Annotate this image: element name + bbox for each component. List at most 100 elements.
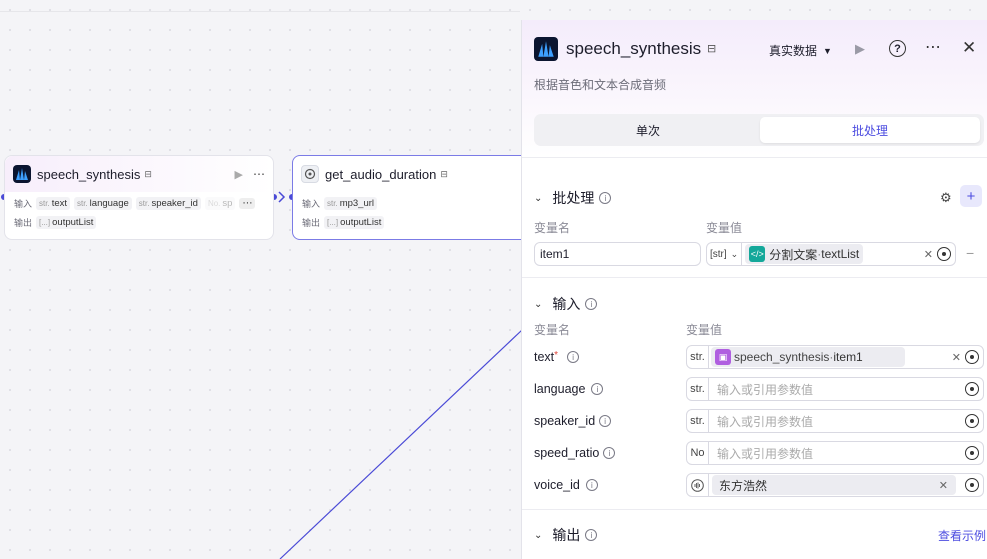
help-icon[interactable]: ? [889,40,906,57]
edge-arrow-icon [278,191,286,203]
batch-var-value-field[interactable]: [str] ⌄ </> 分割文案 · textList ✕ [706,242,956,266]
plugin-badge-icon: ⊟ [440,168,448,179]
param-field-voice-id[interactable]: 东方浩然 ✕ [686,473,984,497]
variable-reference-icon[interactable] [965,382,979,396]
tag-name: sp [222,198,233,209]
batch-section-header[interactable]: ⌄ 批处理 i [534,188,612,208]
tag-type: str. [138,199,150,208]
info-icon[interactable]: i [591,383,604,395]
info-icon[interactable]: i [567,351,580,363]
batch-var-name-input[interactable]: item1 [534,242,701,266]
tag-name: speaker_id [151,198,198,209]
info-icon[interactable]: i [599,415,612,427]
batch-type-select[interactable]: [str] ⌄ [707,243,743,265]
chevron-down-icon: ⌄ [534,298,543,310]
param-name: speed_ratio [534,446,600,460]
run-icon[interactable]: ▶ [855,41,865,57]
more-icon[interactable]: ⋯ [253,167,265,181]
remove-batch-variable-icon[interactable]: − [966,245,974,261]
speech-synthesis-logo-icon [13,165,31,183]
clear-reference-icon[interactable]: ✕ [952,351,961,364]
info-icon[interactable]: i [585,529,598,541]
data-mode-label: 真实数据 [769,44,818,58]
batch-col-value: 变量值 [706,221,743,235]
close-icon[interactable]: ✕ [962,38,976,58]
variable-reference-icon[interactable] [937,247,951,261]
type-indicator: str. [687,346,709,368]
type-indicator: str. [687,378,709,400]
input-section-header[interactable]: ⌄ 输入 i [534,294,598,314]
tab-batch[interactable]: 批处理 [760,117,980,143]
node-header: get_audio_duration ⊟ [293,156,531,192]
node-speech-synthesis[interactable]: speech_synthesis ⊟ ▶ ⋯ 输入 str. text str. l… [4,155,274,240]
tab-single[interactable]: 单次 [538,117,758,143]
chevron-down-icon: ▼ [823,45,832,56]
input-section-title: 输入 [552,296,581,312]
required-mark: * [554,350,559,361]
node-title: get_audio_duration [325,166,437,182]
param-name: text [534,350,555,364]
param-label-voice-id: voice_id i [534,478,598,492]
param-label-speed-ratio: speed_ratio i [534,446,616,460]
input-col-name: 变量名 [534,323,571,337]
chevron-down-icon: ⌄ [534,529,543,541]
output-section-header[interactable]: ⌄ 输出 i [534,525,598,545]
ref-node-name: speech_synthesis [734,350,830,364]
node-input-row: 输入 str. mp3_url [293,194,531,213]
input-label: 输入 [14,199,33,209]
tag-name: text [51,198,67,209]
param-label-language: language i [534,382,604,396]
param-field-text[interactable]: str. ▣ speech_synthesis · item1 ✕ [686,345,984,369]
clear-reference-icon[interactable]: ✕ [924,248,933,261]
run-node-icon[interactable]: ▶ [235,168,243,181]
ref-field-name: textList [821,247,860,261]
tag-name: language [89,198,129,209]
more-icon[interactable]: ⋯ [925,37,941,57]
settings-gear-icon[interactable]: ⚙ [940,190,952,206]
batch-var-name-value: item1 [540,247,570,261]
voice-value-chip: 东方浩然 ✕ [712,475,956,495]
plugin-node-icon: ▣ [715,349,731,365]
param-label-speaker-id: speaker_id i [534,414,612,428]
variable-reference-icon[interactable] [965,350,979,364]
param-field-speed-ratio[interactable]: No 输入或引用参数值 [686,441,984,465]
info-icon[interactable]: i [585,479,598,491]
node-output-row: 输出 [...] outputList [5,213,273,232]
param-placeholder: 输入或引用参数值 [717,382,814,397]
edge-line [279,329,523,559]
voice-waveform-icon [687,474,709,496]
add-batch-variable-icon[interactable]: + [960,185,982,207]
voice-value: 东方浩然 [719,478,768,493]
output-label: 输出 [302,218,321,228]
input-col-value: 变量值 [686,323,723,337]
panel-description: 根据音色和文本合成音频 [534,78,667,92]
tag-type: [...] [39,218,51,227]
more-inputs-icon[interactable]: ⋯ [239,198,256,209]
info-icon[interactable]: i [599,192,612,204]
data-mode-dropdown[interactable]: 真实数据 ▼ [769,42,832,59]
param-field-speaker-id[interactable]: str. 输入或引用参数值 [686,409,984,433]
reference-chip: ▣ speech_synthesis · item1 [711,347,905,367]
param-field-language[interactable]: str. 输入或引用参数值 [686,377,984,401]
section-divider [522,277,987,278]
mode-tabs: 单次 批处理 [534,114,984,146]
input-tag: No. sp [204,197,236,210]
param-name: voice_id [534,478,580,492]
node-output-row: 输出 [...] outputList [293,213,531,232]
variable-reference-icon[interactable] [965,446,979,460]
node-input-row: 输入 str. text str. language str. speaker_id … [5,194,273,213]
param-name: language [534,382,586,396]
view-example-link[interactable]: 查看示例 [938,527,986,544]
tag-type: str. [39,199,50,208]
input-tag: str. text [36,197,70,210]
variable-reference-icon[interactable] [965,414,979,428]
input-label: 输入 [302,199,321,209]
node-get-audio-duration[interactable]: get_audio_duration ⊟ 输入 str. mp3_url 输出 [… [292,155,532,240]
variable-reference-icon[interactable] [965,478,979,492]
info-icon[interactable]: i [603,447,616,459]
info-icon[interactable]: i [585,298,598,310]
tag-name: outputList [340,217,382,228]
tag-name: mp3_url [339,198,375,209]
clear-voice-icon[interactable]: ✕ [939,479,948,492]
tag-type: No. [207,199,221,208]
